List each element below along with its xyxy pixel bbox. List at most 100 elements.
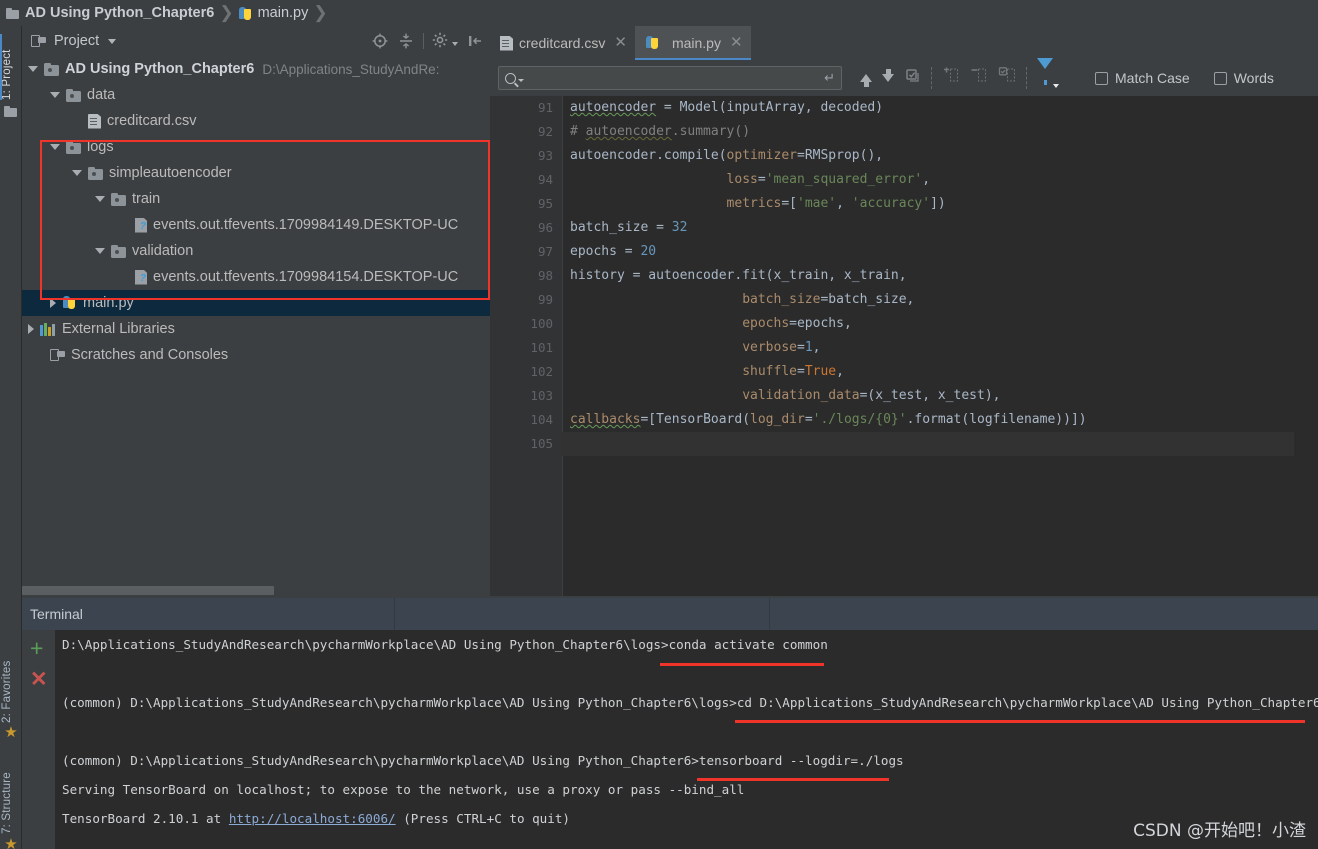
- tree-label-train: train: [132, 191, 161, 207]
- line-number: 92: [537, 124, 553, 139]
- project-tree[interactable]: AD Using Python_Chapter6 D:\Applications…: [22, 56, 490, 581]
- terminal-tab[interactable]: Terminal: [22, 598, 395, 630]
- tree-row-train[interactable]: train: [22, 186, 490, 212]
- gear-chevron-icon[interactable]: [452, 42, 458, 46]
- tree-label-events-validation: events.out.tfevents.1709984154.DESKTOP-U…: [153, 269, 459, 285]
- chevron-down-icon[interactable]: [28, 66, 38, 72]
- annotation-underline-tensorboard: [697, 778, 889, 781]
- select-all-occurrences-icon[interactable]: [904, 67, 921, 89]
- line-number: 104: [530, 412, 553, 427]
- chevron-down-icon[interactable]: [50, 144, 60, 150]
- code-line-103: validation_data=(x_test, x_test),: [742, 388, 1001, 403]
- terminal-prompt-3: (common) D:\Applications_StudyAndResearc…: [62, 695, 737, 710]
- find-toolbar-buttons: [860, 58, 1059, 89]
- close-icon[interactable]: ✕: [730, 35, 743, 50]
- python-file-icon: [62, 295, 78, 311]
- tree-row-creditcard-csv[interactable]: creditcard.csv: [22, 108, 490, 134]
- left-tool-strip: 1: Project 2: Favorites ★ 7: Structure ★: [0, 26, 22, 849]
- breadcrumb-project[interactable]: AD Using Python_Chapter6: [6, 0, 214, 26]
- remove-selection-icon[interactable]: [970, 67, 988, 89]
- project-icon: [31, 34, 47, 48]
- words-checkbox[interactable]: Words: [1213, 70, 1274, 86]
- plus-icon[interactable]: +: [30, 637, 46, 660]
- collapse-all-icon[interactable]: [397, 32, 415, 50]
- code-editor[interactable]: 91 92 93 94 95 96 97 98 99 100 101 102 1…: [490, 96, 1318, 596]
- locate-icon[interactable]: [371, 32, 389, 50]
- code-line-96: batch_size = 32: [570, 220, 688, 235]
- terminal-prompt-5: (common) D:\Applications_StudyAndResearc…: [62, 753, 699, 768]
- terminal-tab-empty-1[interactable]: [395, 598, 770, 630]
- settings-gear-icon[interactable]: [432, 32, 450, 50]
- project-panel-toolbar: [371, 26, 484, 56]
- folder-icon: [111, 192, 126, 206]
- code-line-91: autoencoder = Model(inputArray, decoded): [570, 100, 884, 115]
- add-selection-icon[interactable]: [942, 67, 960, 89]
- line-number: 101: [530, 340, 553, 355]
- tree-row-root[interactable]: AD Using Python_Chapter6 D:\Applications…: [22, 56, 490, 82]
- project-panel-header: Project: [22, 26, 490, 56]
- tree-row-simpleautoencoder[interactable]: simpleautoencoder: [22, 160, 490, 186]
- terminal-tab-empty-2[interactable]: [770, 598, 1318, 630]
- close-icon[interactable]: ✕: [30, 669, 48, 690]
- terminal-line-5: (common) D:\Applications_StudyAndResearc…: [55, 746, 1318, 775]
- code-line-92: # autoencoder.summary(): [570, 124, 751, 139]
- match-case-checkbox[interactable]: Match Case: [1095, 70, 1190, 86]
- select-all-lines-icon[interactable]: [998, 67, 1016, 89]
- chevron-down-icon[interactable]: [95, 196, 105, 202]
- line-number: 94: [537, 172, 553, 187]
- code-lines[interactable]: autoencoder = Model(inputArray, decoded)…: [562, 96, 1318, 596]
- tree-row-data[interactable]: data: [22, 82, 490, 108]
- code-line-95: metrics=['mae', 'accuracy']): [726, 196, 946, 211]
- terminal-line-7: TensorBoard 2.10.1 at http://localhost:6…: [55, 804, 1318, 833]
- editor-tab-creditcard-csv[interactable]: creditcard.csv ✕: [490, 26, 635, 60]
- chevron-down-icon[interactable]: [50, 92, 60, 98]
- code-line-104: callbacks=[TensorBoard(log_dir='./logs/{…: [570, 412, 1087, 427]
- arrow-up-icon[interactable]: [860, 74, 872, 87]
- terminal-tab-label: Terminal: [30, 606, 83, 622]
- arrow-down-icon[interactable]: [882, 69, 894, 82]
- chevron-right-icon[interactable]: [28, 324, 34, 334]
- tree-label-logs: logs: [87, 139, 114, 155]
- chevron-down-icon[interactable]: [108, 38, 117, 44]
- tree-row-logs[interactable]: logs: [22, 134, 490, 160]
- filter-icon[interactable]: [1037, 58, 1059, 88]
- chevron-down-icon[interactable]: [72, 170, 82, 176]
- tree-row-events-validation[interactable]: ? events.out.tfevents.1709984154.DESKTOP…: [22, 264, 490, 290]
- tree-row-external-libraries[interactable]: External Libraries: [22, 316, 490, 342]
- tree-row-validation[interactable]: validation: [22, 238, 490, 264]
- tree-row-scratches[interactable]: Scratches and Consoles: [22, 342, 490, 368]
- folder-icon: [66, 88, 81, 102]
- code-line-101: verbose=1,: [742, 340, 821, 355]
- folder-icon: [66, 140, 81, 154]
- editor-tabbar: creditcard.csv ✕ main.py ✕: [490, 26, 1318, 60]
- chevron-down-icon[interactable]: [95, 248, 105, 254]
- tensorboard-url-link[interactable]: http://localhost:6006/: [229, 811, 396, 826]
- close-icon[interactable]: ✕: [614, 35, 627, 50]
- breadcrumb-separator-1: ❯: [219, 3, 234, 22]
- csv-file-icon: [500, 35, 513, 51]
- tree-row-main-py[interactable]: main.py: [22, 290, 490, 316]
- toolbar-divider: [423, 33, 424, 49]
- sidebar-tab-structure[interactable]: 7: Structure: [1, 748, 21, 834]
- tree-row-events-train[interactable]: ? events.out.tfevents.1709984149.DESKTOP…: [22, 212, 490, 238]
- enter-icon[interactable]: ↵: [824, 70, 835, 86]
- breadcrumb-file-label: main.py: [257, 5, 309, 21]
- checkbox-box: [1095, 71, 1108, 85]
- hide-panel-icon[interactable]: [466, 32, 484, 50]
- line-number: 102: [530, 364, 553, 379]
- sidebar-tab-favorites[interactable]: 2: Favorites: [1, 639, 21, 723]
- chevron-right-icon[interactable]: [50, 298, 56, 308]
- tree-label-scratches: Scratches and Consoles: [71, 347, 229, 363]
- line-number: 98: [537, 268, 553, 283]
- pycharm-window: AD Using Python_Chapter6 ❯ main.py ❯ 1: …: [0, 0, 1318, 849]
- terminal-sidebar: [22, 630, 55, 849]
- code-line-97: epochs = 20: [570, 244, 657, 259]
- breadcrumb-file[interactable]: main.py: [238, 0, 309, 26]
- editor-tab-main-py[interactable]: main.py ✕: [634, 26, 751, 60]
- editor-scrollbar-area[interactable]: [1294, 96, 1318, 596]
- unknown-file-icon: ?: [135, 269, 149, 285]
- sidebar-tab-project[interactable]: 1: Project: [1, 34, 21, 100]
- search-options-chevron-icon[interactable]: [518, 78, 524, 82]
- search-input[interactable]: ↵: [498, 66, 842, 90]
- project-panel-hscrollbar-thumb[interactable]: [22, 586, 274, 595]
